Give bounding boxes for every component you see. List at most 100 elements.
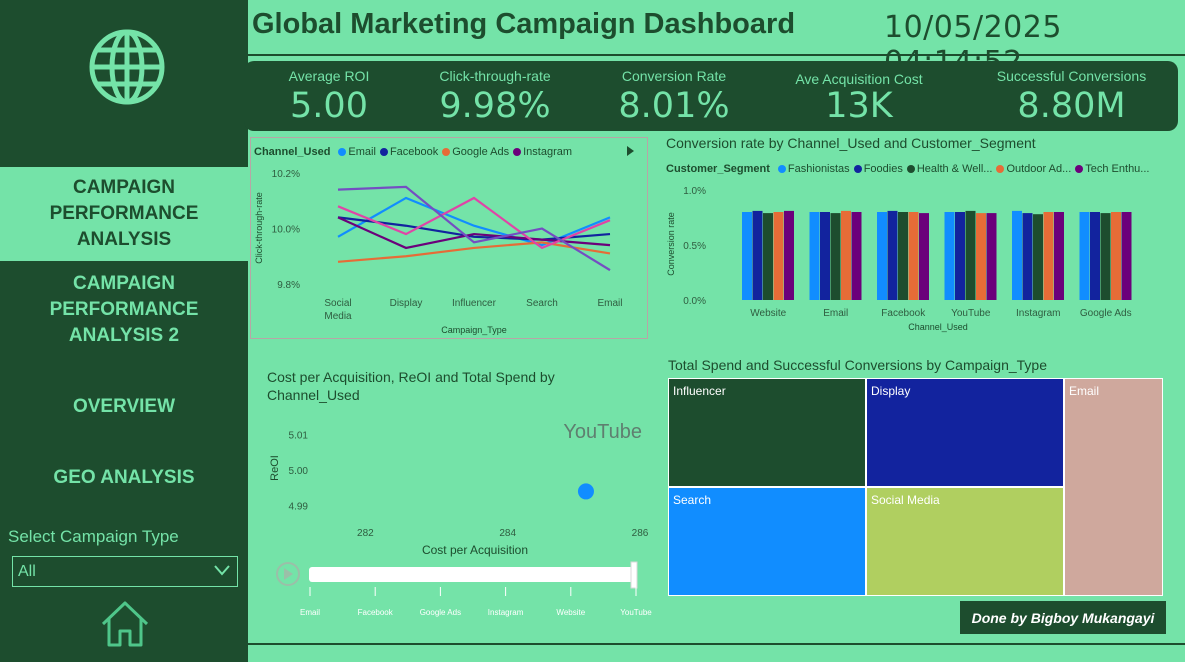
y-tick-label: 10.0%	[272, 225, 300, 236]
y-axis-label: Click-through-rate	[254, 192, 264, 264]
legend-outdoor[interactable]: Outdoor Ad...	[996, 163, 1071, 175]
treemap-display[interactable]: Display	[866, 378, 1064, 487]
bar	[1100, 213, 1111, 300]
legend-label: Google Ads	[452, 146, 510, 158]
conversion-bar-chart: 1.0% 0.5% 0.0% Conversion rate Website Email F…	[666, 186, 1132, 332]
play-axis: Email Facebook Google Ads Instagram Website Y…	[276, 561, 652, 617]
bar	[1090, 212, 1100, 300]
legend-email[interactable]: Email	[338, 146, 376, 158]
y-tick-label: 0.5%	[683, 241, 706, 252]
kpi-label: Conversion Rate	[621, 68, 727, 84]
chevron-down-icon	[214, 565, 230, 576]
y-tick-label: 10.2%	[272, 169, 300, 180]
ctr-line-chart: 10.2% 10.0% 9.8% Social Media Display Influenc…	[254, 169, 623, 335]
x-tick-label: Social	[324, 298, 351, 309]
legend-tech[interactable]: Tech Enthu...	[1075, 163, 1149, 175]
nav-geo-analysis[interactable]: GEO ANALYSIS	[0, 456, 248, 500]
x-tick-label: Influencer	[452, 298, 497, 309]
x-tick-label: Search	[526, 298, 558, 309]
nav-label: GEO ANALYSIS	[53, 467, 195, 488]
legend-google-ads[interactable]: Google Ads	[442, 146, 509, 158]
bar	[763, 213, 773, 300]
bar	[955, 212, 965, 300]
conversion-chart-title: Conversion rate by Channel_Used and Cust…	[666, 135, 1036, 151]
campaign-type-dropdown[interactable]: All	[12, 556, 238, 587]
kpi-average-roi: Average ROI 5.00	[264, 61, 394, 126]
kpi-value: 9.98%	[439, 86, 551, 126]
page-title: Global Marketing Campaign Dashboard	[252, 8, 796, 40]
kpi-bar: Average ROI 5.00 Click-through-rate 9.98…	[244, 61, 1178, 131]
home-icon[interactable]	[99, 598, 151, 650]
legend-label: Outdoor Ad...	[1006, 163, 1072, 175]
play-axis-label: Website	[556, 608, 585, 617]
nav-label: CAMPAIGN PERFORMANCE ANALYSIS 2	[49, 273, 199, 346]
scatter-chart: 5.01 5.00 4.99 282 284 286 Cost per Acquisitio…	[269, 421, 649, 557]
header-divider	[248, 54, 1185, 56]
legend-instagram[interactable]: Instagram	[513, 146, 572, 158]
kpi-successful-conversions: Successful Conversions 8.80M	[979, 61, 1164, 126]
bar	[820, 212, 830, 300]
y-tick-label: 5.00	[289, 466, 309, 477]
x-tick-label: Email	[823, 308, 848, 319]
x-tick-label: Email	[597, 298, 622, 309]
kpi-ave-acquisition-cost: Ave Acquisition Cost 13K	[774, 61, 944, 126]
x-tick-label: Google Ads	[1080, 308, 1132, 319]
nav-label: CAMPAIGN PERFORMANCE ANALYSIS	[49, 177, 199, 250]
treemap-social-media[interactable]: Social Media	[866, 487, 1064, 596]
x-tick-label: Media	[324, 311, 352, 322]
bar	[1054, 212, 1064, 300]
legend-foodies[interactable]: Foodies	[853, 163, 903, 175]
kpi-click-through-rate: Click-through-rate 9.98%	[420, 61, 570, 126]
x-tick-label: 286	[632, 528, 649, 539]
segment-legend: Customer_Segment Fashionistas Foodies He…	[666, 163, 1149, 175]
play-axis-label: YouTube	[620, 608, 652, 617]
treemap-email[interactable]: Email	[1064, 378, 1163, 596]
legend-facebook[interactable]: Facebook	[379, 146, 438, 158]
kpi-label: Ave Acquisition Cost	[795, 71, 923, 87]
bar	[784, 210, 794, 300]
play-axis-label: Instagram	[488, 608, 524, 617]
bar	[752, 210, 763, 300]
x-axis-label: Campaign_Type	[441, 325, 507, 335]
bar	[851, 212, 862, 300]
kpi-conversion-rate: Conversion Rate 8.01%	[604, 61, 744, 126]
treemap-title: Total Spend and Successful Conversions b…	[668, 357, 1047, 373]
legend-next-arrow-icon[interactable]	[623, 144, 637, 158]
play-button[interactable]	[276, 562, 300, 586]
play-axis-track[interactable]	[309, 567, 635, 582]
bar	[986, 213, 997, 300]
treemap-influencer[interactable]: Influencer	[668, 378, 866, 487]
slicer-label: Select Campaign Type	[8, 527, 179, 546]
play-axis-handle[interactable]	[630, 561, 638, 589]
scatter-point	[577, 483, 594, 500]
legend-label: Foodies	[863, 163, 903, 175]
legend-health[interactable]: Health & Well...	[906, 163, 992, 175]
x-axis-label: Cost per Acquisition	[422, 543, 528, 557]
nav-campaign-performance-analysis-2[interactable]: CAMPAIGN PERFORMANCE ANALYSIS 2	[0, 268, 248, 352]
kpi-value: 8.01%	[618, 86, 730, 126]
bar	[877, 212, 887, 300]
bar	[965, 210, 976, 300]
kpi-value: 5.00	[290, 86, 368, 126]
nav-label: OVERVIEW	[72, 396, 176, 417]
treemap-label: Email	[1069, 384, 1100, 398]
bar	[1033, 214, 1043, 300]
play-axis-current-label: YouTube	[563, 421, 642, 443]
bar	[773, 212, 784, 300]
nav-campaign-performance-analysis[interactable]: CAMPAIGN PERFORMANCE ANALYSIS	[0, 167, 248, 261]
bar	[919, 213, 929, 300]
play-axis-label: Email	[300, 608, 320, 617]
y-tick-label: 4.99	[289, 502, 309, 513]
legend-label: Tech Enthu...	[1085, 163, 1150, 175]
kpi-label: Successful Conversions	[996, 68, 1147, 84]
legend-label: Email	[348, 146, 376, 158]
legend-title: Customer_Segment	[666, 163, 770, 175]
bar	[1121, 212, 1132, 300]
treemap-search[interactable]: Search	[668, 487, 866, 596]
y-tick-label: 5.01	[289, 430, 309, 441]
x-tick-label: Facebook	[881, 308, 926, 319]
legend-fashionistas[interactable]: Fashionistas	[777, 163, 850, 175]
nav-overview[interactable]: OVERVIEW	[0, 385, 248, 429]
legend-title: Channel_Used	[254, 146, 331, 158]
kpi-label: Average ROI	[288, 68, 370, 84]
